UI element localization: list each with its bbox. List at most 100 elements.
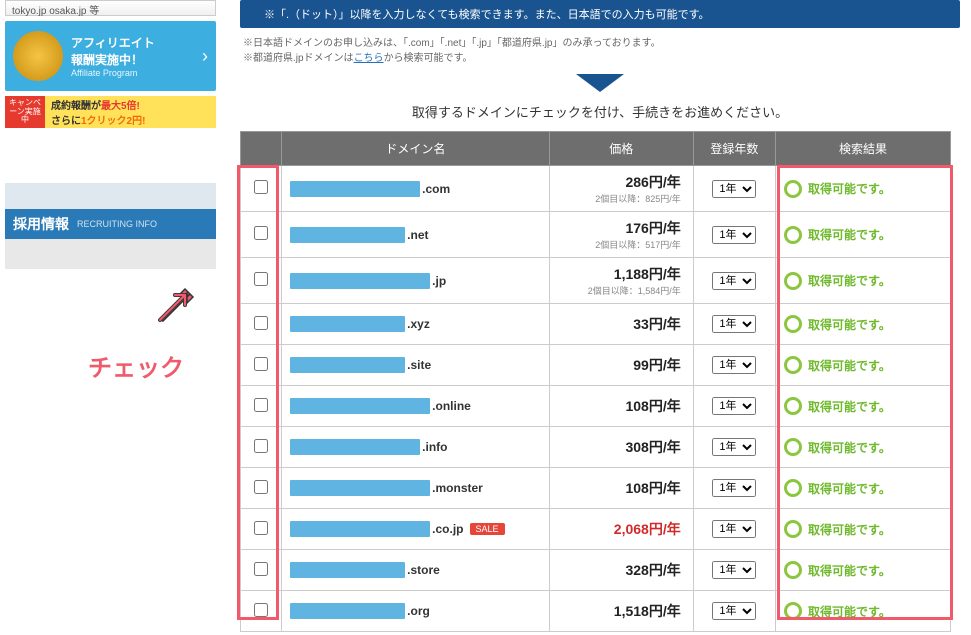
arrow-down-icon [576,74,624,92]
price-sub: 2個目以降：1,584円/年 [558,284,681,297]
years-select[interactable]: 1年 [712,397,756,415]
domain-extension: .site [407,358,431,372]
row-checkbox[interactable] [254,272,268,286]
recruit-sub: RECRUITING INFO [77,219,157,229]
available-circle-icon [784,397,802,415]
table-row: .info308円/年1年取得可能です。 [241,427,951,468]
available-circle-icon [784,602,802,620]
years-select[interactable]: 1年 [712,226,756,244]
available-circle-icon [784,356,802,374]
years-select[interactable]: 1年 [712,561,756,579]
availability-status: 取得可能です。 [784,315,942,333]
price-main: 99円/年 [633,357,680,373]
campaign-line1: 成約報酬が最大5倍! [51,97,210,112]
domain-name-blur [290,521,430,537]
available-circle-icon [784,315,802,333]
row-checkbox[interactable] [254,226,268,240]
instruction-text: 取得するドメインにチェックを付け、手続きをお進めください。 [240,102,960,121]
row-checkbox[interactable] [254,521,268,535]
sidebar-affiliate-banner[interactable]: アフィリエイト 報酬実施中！ Affiliate Program [5,21,216,91]
available-circle-icon [784,180,802,198]
price-sub: 2個目以降：517円/年 [558,238,681,251]
campaign-line2: さらに1クリック2円! [51,112,210,127]
availability-status: 取得可能です。 [784,226,942,244]
sidebar-campaign-banner[interactable]: キャンペーン実施中 成約報酬が最大5倍! さらに1クリック2円! [5,96,216,128]
table-row: .org 1,518円/年 1年 取得可能です。 [241,591,951,632]
header-years: 登録年数 [693,132,775,166]
domain-extension: .jp [432,274,446,288]
sidebar-domain-example: tokyo.jp osaka.jp 等 [5,0,216,16]
note-japanese-domain: ※日本語ドメインのお申し込みは、「.com」「.net」「.jp」「都道府県.j… [243,36,957,51]
availability-status: 取得可能です。 [784,520,942,538]
table-row: .xyz33円/年1年取得可能です。 [241,304,951,345]
price-main: 1,518円/年 [614,603,681,619]
price-main: 108円/年 [625,398,680,414]
campaign-badge: キャンペーン実施中 [5,96,45,128]
price-main: 1,188円/年 [614,266,681,282]
recruit-title: 採用情報 [13,214,69,234]
price-sub: 2個目以降：825円/年 [558,192,681,205]
row-checkbox[interactable] [254,398,268,412]
available-circle-icon [784,226,802,244]
domain-extension: .org [407,604,430,618]
years-select[interactable]: 1年 [712,356,756,374]
available-circle-icon [784,272,802,290]
years-select[interactable]: 1年 [712,602,756,620]
domain-extension: .store [407,563,440,577]
domain-name-blur [290,227,405,243]
domain-name-blur [290,357,405,373]
years-select[interactable]: 1年 [712,520,756,538]
header-price: 価格 [549,132,693,166]
row-checkbox[interactable] [254,439,268,453]
pointer-arrow-icon [155,285,195,325]
row-checkbox[interactable] [254,480,268,494]
search-hint-bar: ※「.（ドット）」以降を入力しなくても検索できます。また、日本語での入力も可能で… [240,0,960,28]
header-result: 検索結果 [776,132,951,166]
availability-status: 取得可能です。 [784,561,942,579]
domain-name-blur [290,603,405,619]
row-checkbox[interactable] [254,603,268,617]
row-checkbox[interactable] [254,562,268,576]
price-main: 308円/年 [625,439,680,455]
availability-status: 取得可能です。 [784,479,942,497]
domain-extension: .online [432,399,471,413]
row-checkbox[interactable] [254,316,268,330]
header-checkbox [241,132,282,166]
price-main: 108円/年 [625,480,680,496]
available-circle-icon [784,520,802,538]
domain-extension: .monster [432,481,483,495]
sale-badge: SALE [470,523,505,535]
table-row: .monster 108円/年 1年 取得可能です。 [241,468,951,509]
domain-extension: .info [422,440,447,454]
price-main: 328円/年 [625,562,680,578]
domain-name-blur [290,398,430,414]
sidebar-recruit-banner[interactable]: 採用情報 RECRUITING INFO [5,183,216,269]
available-circle-icon [784,438,802,456]
available-circle-icon [784,479,802,497]
domain-extension: .com [422,182,450,196]
recruit-photo-top [5,183,216,209]
years-select[interactable]: 1年 [712,315,756,333]
table-row: .net176円/年2個目以降：517円/年1年取得可能です。 [241,212,951,258]
availability-status: 取得可能です。 [784,272,942,290]
row-checkbox[interactable] [254,180,268,194]
domain-extension: .co.jp [432,522,463,536]
price-main: 33円/年 [633,316,680,332]
prefecture-link[interactable]: こちら [354,53,384,64]
availability-status: 取得可能です。 [784,602,942,620]
price-main: 2,068円/年 [614,521,681,537]
availability-status: 取得可能です。 [784,397,942,415]
affiliate-sub: Affiliate Program [71,68,155,78]
row-checkbox[interactable] [254,357,268,371]
annotation-check-label: チェック [88,348,184,383]
years-select[interactable]: 1年 [712,180,756,198]
years-select[interactable]: 1年 [712,479,756,497]
table-row: .co.jp SALE 2,068円/年 1年 取得可能です。 [241,509,951,550]
table-row: .store 328円/年 1年 取得可能です。 [241,550,951,591]
available-circle-icon [784,561,802,579]
affiliate-line2: 報酬実施中！ [71,51,155,68]
note-prefecture-domain: ※都道府県.jpドメインはこちらから検索可能です。 [243,51,957,66]
years-select[interactable]: 1年 [712,272,756,290]
years-select[interactable]: 1年 [712,438,756,456]
table-row: .online 108円/年 1年 取得可能です。 [241,386,951,427]
